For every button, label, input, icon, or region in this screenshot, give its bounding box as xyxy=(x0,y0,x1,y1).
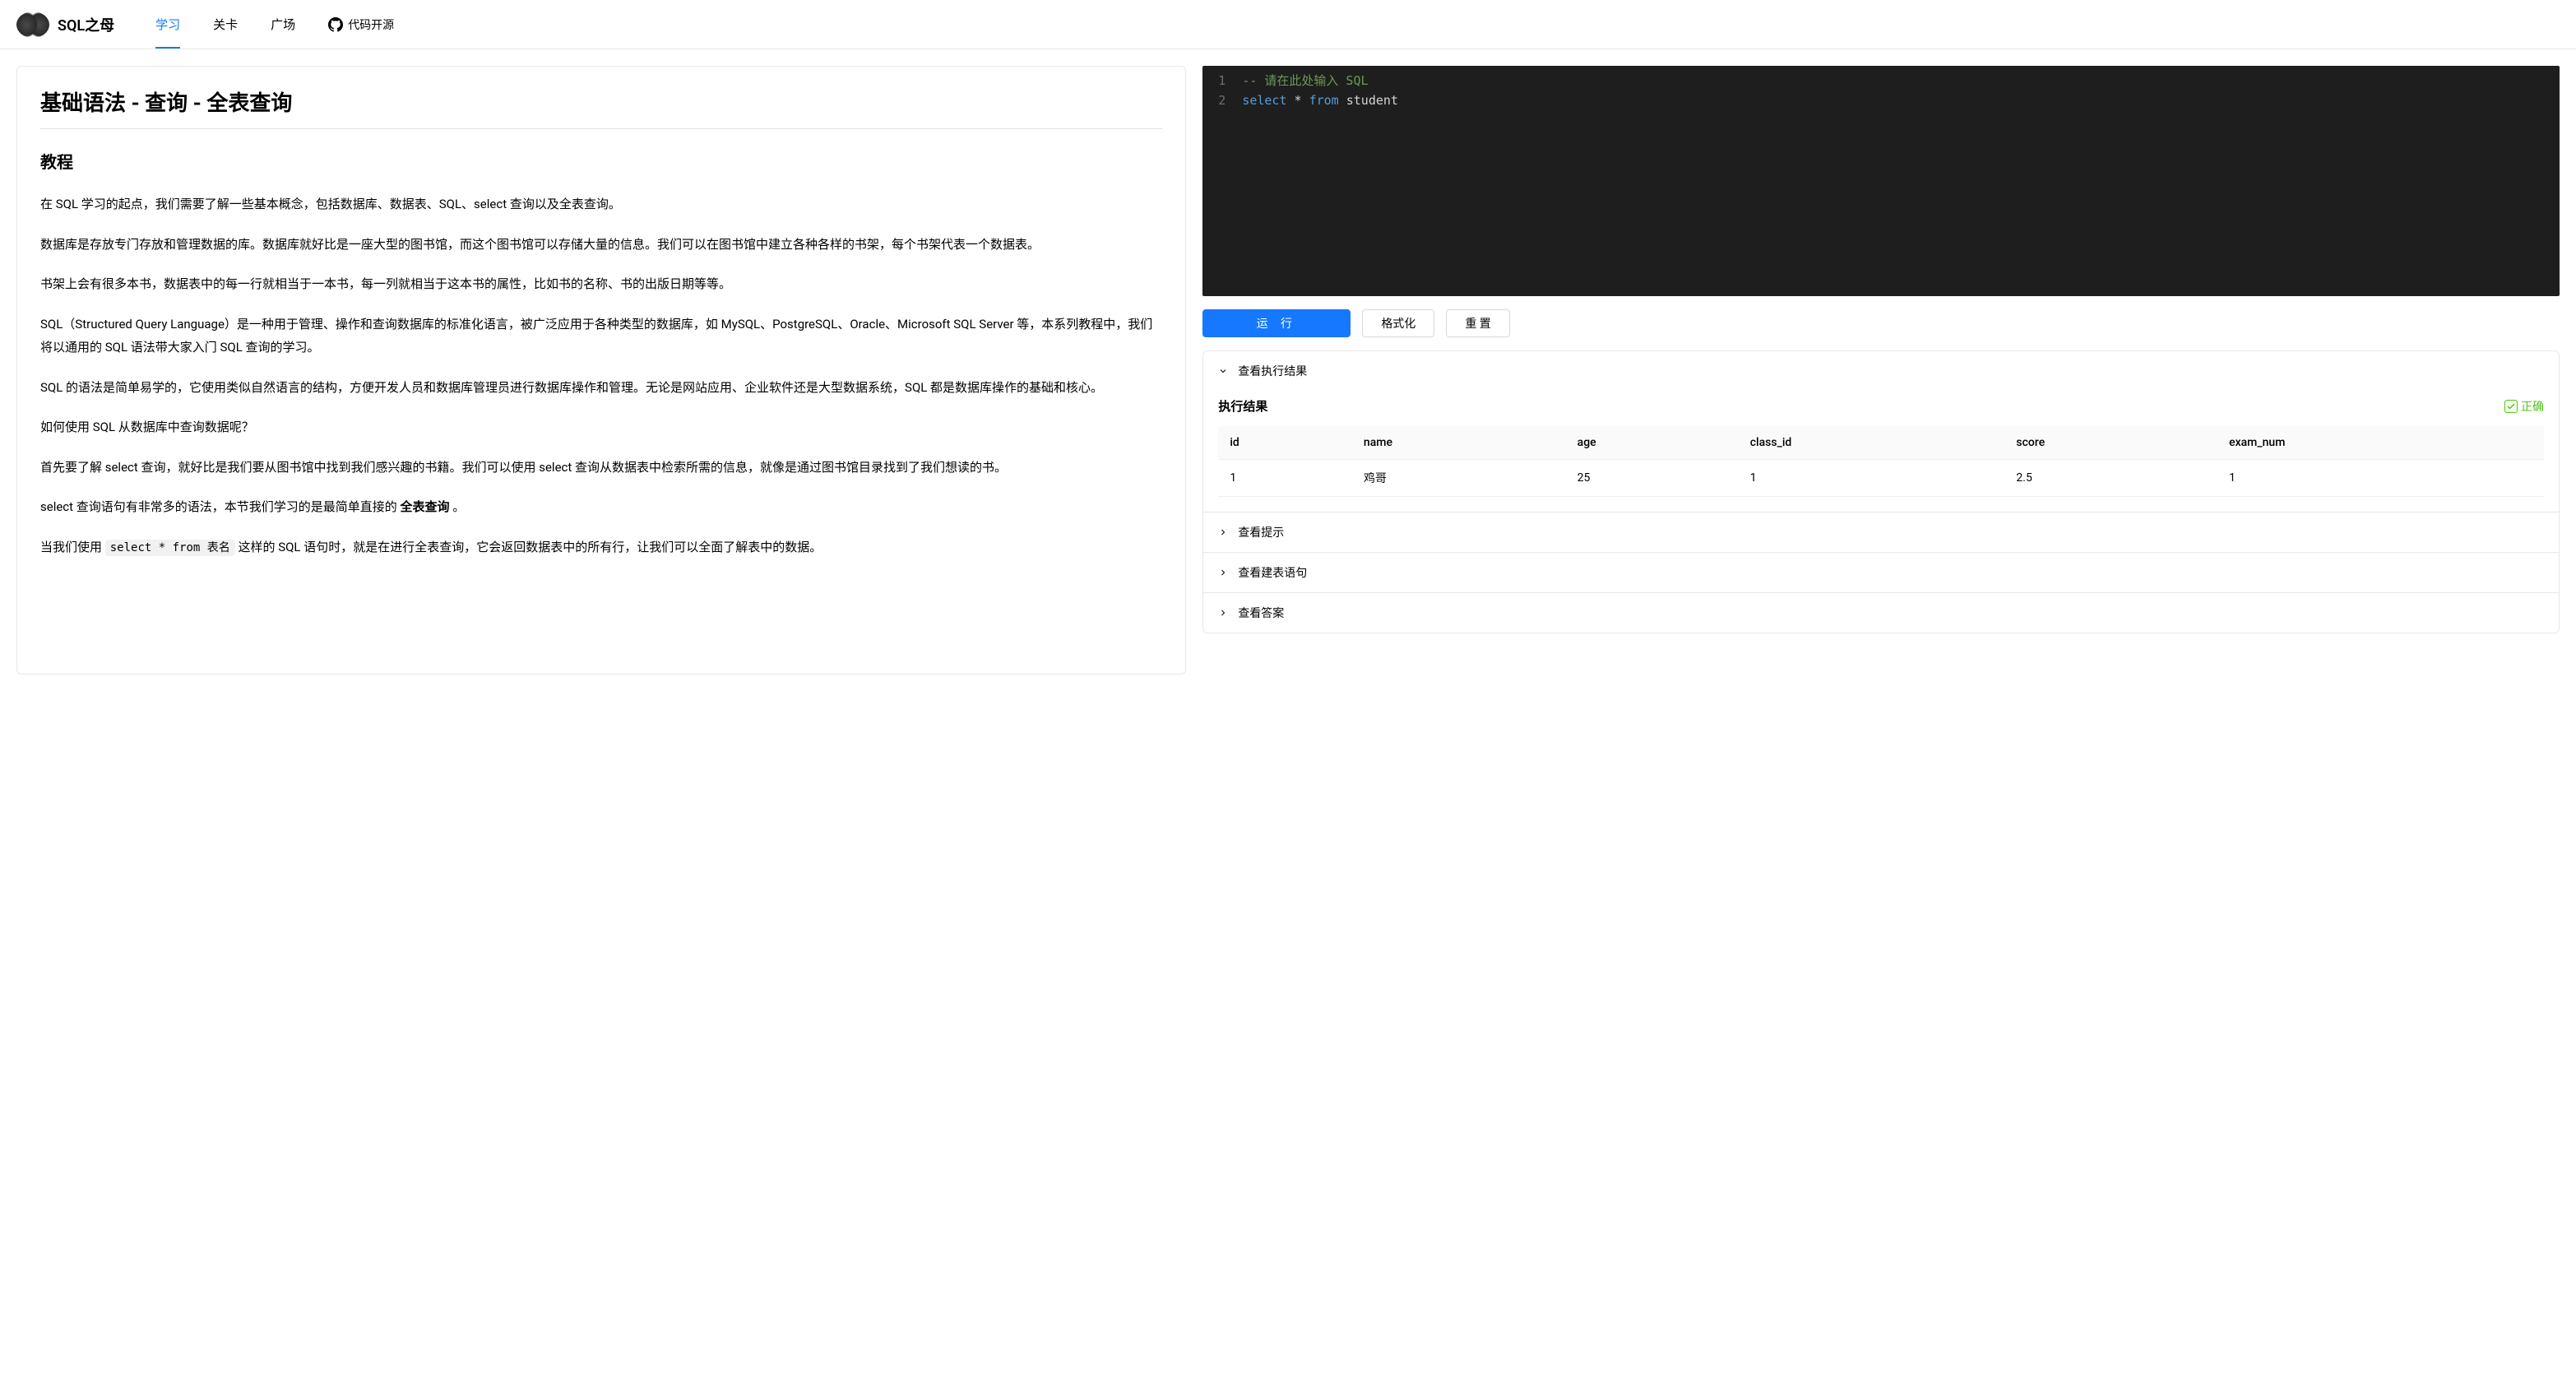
nav-github-label: 代码开源 xyxy=(348,16,394,33)
table-cell: 2.5 xyxy=(2004,460,2217,497)
section-view-ddl-label: 查看建表语句 xyxy=(1238,564,1307,581)
lesson-p4: SQL（Structured Query Language）是一种用于管理、操作… xyxy=(40,313,1162,359)
lesson-p7: 首先要了解 select 查询，就好比是我们要从图书馆中找到我们感兴趣的书籍。我… xyxy=(40,456,1162,480)
run-button[interactable]: 运 行 xyxy=(1202,309,1351,337)
check-icon xyxy=(2504,400,2518,413)
lesson-p5: SQL 的语法是简单易学的，它使用类似自然语言的结构，方便开发人员和数据库管理员… xyxy=(40,376,1162,400)
lesson-p9-code: select * from 表名 xyxy=(105,540,235,556)
section-view-ddl: 查看建表语句 xyxy=(1203,552,2559,592)
lesson-p8: select 查询语句有非常多的语法，本节我们学习的是最简单直接的 全表查询 。 xyxy=(40,495,1162,519)
table-cell: 1 xyxy=(1218,460,1352,497)
table-header: exam_num xyxy=(2217,426,2544,460)
site-logo[interactable]: SQL之母 xyxy=(16,12,114,38)
section-view-result-header[interactable]: 查看执行结果 xyxy=(1203,351,2559,391)
lesson-title: 基础语法 - 查询 - 全表查询 xyxy=(40,86,1162,129)
chevron-down-icon xyxy=(1218,366,1228,376)
lesson-p9-a: 当我们使用 xyxy=(40,540,105,554)
table-header: id xyxy=(1218,426,1352,460)
section-view-hint-label: 查看提示 xyxy=(1238,524,1284,540)
lesson-p1: 在 SQL 学习的起点，我们需要了解一些基本概念，包括数据库、数据表、SQL、s… xyxy=(40,192,1162,216)
lesson-p2: 数据库是存放专门存放和管理数据的库。数据库就好比是一座大型的图书馆，而这个图书馆… xyxy=(40,233,1162,257)
table-header: score xyxy=(2004,426,2217,460)
format-button[interactable]: 格式化 xyxy=(1362,309,1434,337)
line-number: 1 xyxy=(1202,71,1242,90)
result-table: idnameageclass_idscoreexam_num 1鸡哥2512.5… xyxy=(1218,426,2544,497)
nav-square[interactable]: 广场 xyxy=(271,1,295,48)
sql-editor[interactable]: 1-- 请在此处输入 SQL2select * from student xyxy=(1202,66,2560,296)
chevron-right-icon xyxy=(1218,527,1228,537)
section-view-result-body: 执行结果 正确 idnameageclass_idscoreexam_num 1… xyxy=(1203,391,2559,512)
result-title: 执行结果 xyxy=(1218,397,1267,415)
lesson-p9: 当我们使用 select * from 表名 这样的 SQL 语句时，就是在进行… xyxy=(40,536,1162,559)
lesson-p3: 书架上会有很多本书，数据表中的每一行就相当于一本书，每一列就相当于这本书的属性，… xyxy=(40,272,1162,296)
nav-levels[interactable]: 关卡 xyxy=(213,1,238,48)
editor-line: 2select * from student xyxy=(1202,90,2560,110)
chevron-right-icon xyxy=(1218,608,1228,618)
section-view-ddl-header[interactable]: 查看建表语句 xyxy=(1203,553,2559,592)
nav-links: 学习 关卡 广场 代码开源 xyxy=(155,1,394,48)
section-view-result: 查看执行结果 执行结果 正确 idnameageclass_idscoree xyxy=(1203,351,2559,512)
table-header: class_id xyxy=(1739,426,2005,460)
nav-learn[interactable]: 学习 xyxy=(155,1,180,48)
result-group: 查看执行结果 执行结果 正确 idnameageclass_idscoree xyxy=(1202,350,2560,633)
lesson-section-title: 教程 xyxy=(40,149,1162,173)
site-title: SQL之母 xyxy=(58,14,114,35)
action-buttons: 运 行 格式化 重 置 xyxy=(1202,309,2560,337)
table-header: age xyxy=(1566,426,1739,460)
table-cell: 1 xyxy=(1739,460,2005,497)
top-nav: SQL之母 学习 关卡 广场 代码开源 xyxy=(0,0,2576,49)
section-view-answer-header[interactable]: 查看答案 xyxy=(1203,593,2559,633)
github-icon xyxy=(328,17,343,32)
line-content[interactable]: select * from student xyxy=(1242,90,2560,110)
table-cell: 25 xyxy=(1566,460,1739,497)
nav-github[interactable]: 代码开源 xyxy=(328,16,394,33)
line-number: 2 xyxy=(1202,90,1242,110)
logo-icon xyxy=(16,12,49,38)
workspace-panel: 1-- 请在此处输入 SQL2select * from student 运 行… xyxy=(1202,66,2560,633)
status-badge: 正确 xyxy=(2504,398,2544,415)
lesson-p8-a: select 查询语句有非常多的语法，本节我们学习的是最简单直接的 xyxy=(40,499,401,514)
lesson-panel[interactable]: 基础语法 - 查询 - 全表查询 教程 在 SQL 学习的起点，我们需要了解一些… xyxy=(16,66,1186,675)
editor-line: 1-- 请在此处输入 SQL xyxy=(1202,71,2560,90)
line-content[interactable]: -- 请在此处输入 SQL xyxy=(1242,71,2560,90)
section-view-hint-header[interactable]: 查看提示 xyxy=(1203,512,2559,552)
status-label: 正确 xyxy=(2521,398,2544,415)
lesson-p9-b: 这样的 SQL 语句时，就是在进行全表查询，它会返回数据表中的所有行，让我们可以… xyxy=(235,540,822,554)
table-row: 1鸡哥2512.51 xyxy=(1218,460,2544,497)
lesson-p8-bold: 全表查询 xyxy=(401,499,450,514)
section-view-result-label: 查看执行结果 xyxy=(1238,363,1307,379)
result-header: 执行结果 正确 xyxy=(1218,397,2544,415)
main-area: 基础语法 - 查询 - 全表查询 教程 在 SQL 学习的起点，我们需要了解一些… xyxy=(0,49,2576,691)
lesson-p8-c: 。 xyxy=(450,499,466,514)
section-view-hint: 查看提示 xyxy=(1203,512,2559,552)
table-header: name xyxy=(1352,426,1566,460)
lesson-p6: 如何使用 SQL 从数据库中查询数据呢？ xyxy=(40,415,1162,439)
table-cell: 鸡哥 xyxy=(1352,460,1566,497)
reset-button[interactable]: 重 置 xyxy=(1446,309,1509,337)
chevron-right-icon xyxy=(1218,568,1228,577)
section-view-answer-label: 查看答案 xyxy=(1238,605,1284,621)
table-cell: 1 xyxy=(2217,460,2544,497)
section-view-answer: 查看答案 xyxy=(1203,592,2559,633)
